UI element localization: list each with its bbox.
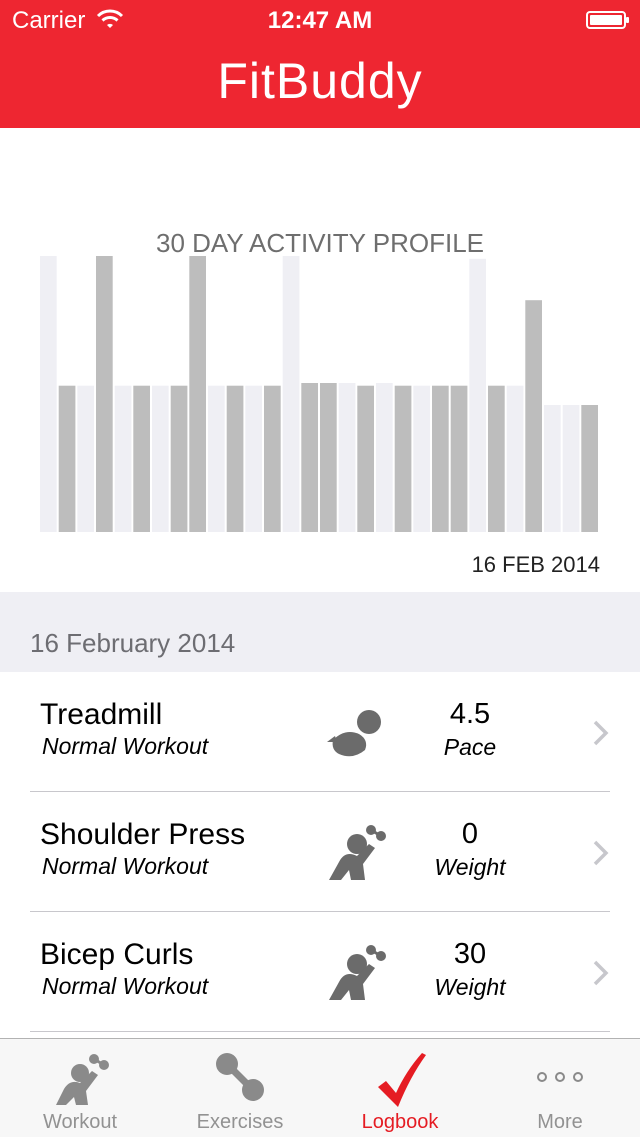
- activity-bar: [544, 405, 561, 532]
- chevron-right-icon: [593, 960, 609, 986]
- tab-workout[interactable]: Workout: [0, 1039, 160, 1137]
- workout-type: Normal Workout: [42, 853, 209, 879]
- activity-bar: [488, 385, 505, 532]
- entry-unit: Pace: [443, 734, 497, 760]
- exercise-name: Shoulder Press: [40, 818, 246, 851]
- activity-bar: [525, 300, 542, 532]
- activity-bar: [506, 385, 524, 532]
- entry-value: 0: [461, 818, 479, 850]
- activity-bar: [413, 385, 430, 532]
- activity-bar: [469, 258, 486, 532]
- activity-bar: [170, 385, 188, 532]
- section-header: 16 February 2014: [0, 592, 640, 672]
- checkmark-icon: [378, 1053, 426, 1107]
- activity-bar: [189, 256, 206, 532]
- app-title: FitBuddy: [217, 53, 423, 109]
- activity-bar: [114, 385, 132, 532]
- entry-unit: Weight: [434, 974, 506, 1000]
- activity-bar: [282, 256, 300, 532]
- chevron-right-icon: [593, 840, 609, 866]
- entry-unit: Weight: [434, 854, 506, 880]
- section-date-title: 16 February 2014: [30, 628, 236, 658]
- activity-bar: [376, 383, 393, 532]
- more-icon: [537, 1072, 583, 1082]
- activity-bar: [96, 256, 113, 532]
- tab-label: Workout: [42, 1111, 118, 1133]
- activity-bar: [394, 385, 412, 532]
- activity-bar-chart: [40, 256, 598, 532]
- tab-label: Exercises: [196, 1111, 284, 1133]
- tab-logbook[interactable]: Logbook: [320, 1039, 480, 1137]
- battery-icon: [586, 11, 629, 29]
- workout-type: Normal Workout: [42, 733, 209, 759]
- entry-value: 30: [453, 938, 487, 970]
- activity-bar: [208, 385, 225, 532]
- activity-bar: [450, 385, 468, 532]
- activity-bar: [562, 405, 580, 532]
- tab-label: More: [537, 1111, 583, 1133]
- row-separator: [30, 1031, 610, 1032]
- activity-bar: [432, 385, 449, 532]
- activity-chart: 30 DAY ACTIVITY PROFILE 16 FEB 2014: [0, 128, 640, 592]
- activity-bar: [245, 385, 262, 532]
- chart-date-label: 16 FEB 2014: [471, 552, 600, 577]
- tab-label: Logbook: [361, 1111, 439, 1133]
- workout-icon: [56, 1054, 109, 1105]
- activity-bar: [40, 256, 57, 532]
- weightlifter-icon: [329, 825, 386, 880]
- activity-bar: [581, 405, 598, 532]
- activity-bar: [357, 385, 374, 532]
- activity-bar: [320, 383, 337, 532]
- chevron-right-icon: [593, 720, 609, 746]
- logbook-row-bicep-curls[interactable]: Bicep Curls Normal Workout 30 Weight: [0, 912, 640, 1032]
- dumbbell-icon: [216, 1053, 264, 1101]
- logbook-row-shoulder-press[interactable]: Shoulder Press Normal Workout 0 Weight: [0, 792, 640, 912]
- activity-bar: [338, 383, 356, 532]
- activity-bar: [152, 385, 169, 532]
- activity-bar: [301, 383, 318, 532]
- workout-type: Normal Workout: [42, 973, 209, 999]
- weightlifter-icon: [329, 945, 386, 1000]
- treadmill-icon: [327, 710, 381, 757]
- navigation-bar: Carrier 12:47 AM FitBuddy: [0, 0, 640, 128]
- activity-bar: [226, 385, 244, 532]
- activity-bar: [77, 385, 94, 532]
- tab-bar: Workout Exercises Logbook More: [0, 1038, 640, 1137]
- clock-label: 12:47 AM: [267, 7, 373, 34]
- activity-bar: [58, 385, 76, 532]
- exercise-name: Bicep Curls: [40, 938, 194, 971]
- status-bar: Carrier 12:47 AM: [0, 0, 640, 40]
- entry-value: 4.5: [449, 698, 491, 730]
- activity-bar: [264, 385, 281, 532]
- chart-title: 30 DAY ACTIVITY PROFILE: [155, 228, 484, 258]
- activity-bar: [133, 385, 150, 532]
- exercise-name: Treadmill: [40, 698, 163, 731]
- tab-more[interactable]: More: [480, 1039, 640, 1137]
- logbook-row-treadmill[interactable]: Treadmill Normal Workout 4.5 Pace: [0, 672, 640, 792]
- tab-exercises[interactable]: Exercises: [160, 1039, 320, 1137]
